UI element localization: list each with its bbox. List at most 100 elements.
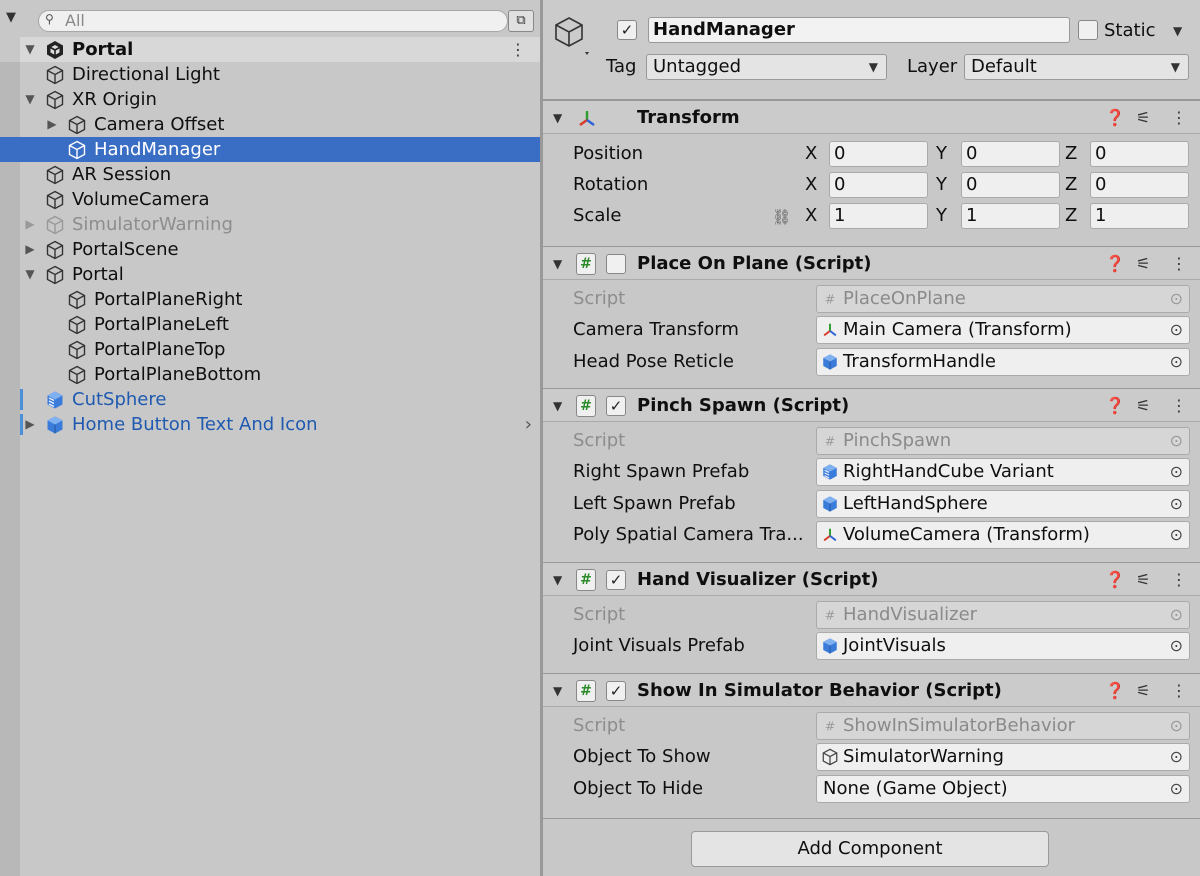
hierarchy-item[interactable]: Directional Light <box>0 62 540 87</box>
presets-icon[interactable]: ⚟ <box>1136 389 1150 423</box>
script-icon: # <box>821 290 839 308</box>
collapse-arrow-icon[interactable]: ▶ <box>23 212 37 237</box>
hierarchy-item[interactable]: VolumeCamera <box>0 187 540 212</box>
collapse-arrow-icon[interactable]: ▼ <box>553 563 562 597</box>
presets-icon[interactable]: ⚟ <box>1136 563 1150 597</box>
object-field[interactable]: RightHandCube Variant ⊙ <box>816 458 1190 487</box>
tag-dropdown[interactable]: Untagged ▼ <box>646 54 887 80</box>
hierarchy-item-label: XR Origin <box>72 89 157 110</box>
object-picker-icon[interactable]: ⊙ <box>1170 491 1183 517</box>
hierarchy-item[interactable]: PortalPlaneRight <box>0 287 540 312</box>
component-header[interactable]: ▼ # ✓ Pinch Spawn (Script) ❓ ⚟ ⋮ <box>543 388 1200 422</box>
object-picker-icon[interactable]: ⊙ <box>1170 744 1183 770</box>
help-icon[interactable]: ❓ <box>1105 247 1125 281</box>
open-prefab-chevron-icon[interactable]: › <box>525 412 532 437</box>
expand-arrow-icon[interactable]: ▼ <box>23 87 37 112</box>
object-field[interactable]: None (Game Object) ⊙ <box>816 774 1190 803</box>
svg-text:#: # <box>825 719 836 734</box>
open-window-icon[interactable]: ⧉ <box>508 10 534 32</box>
collapse-arrow-icon[interactable]: ▼ <box>553 674 562 708</box>
object-picker-icon[interactable]: ⊙ <box>1170 317 1183 343</box>
hierarchy-item[interactable]: AR Session <box>0 162 540 187</box>
component-menu-icon[interactable]: ⋮ <box>1171 674 1187 708</box>
scene-menu-icon[interactable]: ⋮ <box>510 37 526 62</box>
hierarchy-item[interactable]: PortalPlaneLeft <box>0 312 540 337</box>
help-icon[interactable]: ❓ <box>1105 389 1125 423</box>
hierarchy-item[interactable]: ▼ XR Origin <box>0 87 540 112</box>
component-menu-icon[interactable]: ⋮ <box>1171 563 1187 597</box>
component-menu-icon[interactable]: ⋮ <box>1171 101 1187 135</box>
hierarchy-item[interactable]: ▶ PortalScene <box>0 237 540 262</box>
scene-row[interactable]: ▼ Portal ⋮ <box>0 37 540 62</box>
position-x-field[interactable]: 0 <box>829 141 928 167</box>
component-header[interactable]: ▼ # ✓ Hand Visualizer (Script) ❓ ⚟ ⋮ <box>543 562 1200 596</box>
hierarchy-item[interactable]: ▶ SimulatorWarning <box>0 212 540 237</box>
scale-x-field[interactable]: 1 <box>829 203 928 229</box>
object-picker-icon[interactable]: ⊙ <box>1170 459 1183 485</box>
position-y-field[interactable]: 0 <box>961 141 1060 167</box>
prefab-variant-icon <box>45 390 65 410</box>
component-enabled-checkbox[interactable]: ✓ <box>606 570 626 590</box>
static-dropdown-icon[interactable]: ▼ <box>1173 18 1182 44</box>
active-checkbox[interactable]: ✓ <box>617 20 637 40</box>
component-enabled-checkbox[interactable] <box>606 254 626 274</box>
static-label: Static <box>1104 20 1156 41</box>
rotation-y-field[interactable]: 0 <box>961 172 1060 198</box>
collapse-arrow-icon[interactable]: ▶ <box>23 412 37 437</box>
component-menu-icon[interactable]: ⋮ <box>1171 389 1187 423</box>
help-icon[interactable]: ❓ <box>1105 101 1125 135</box>
object-field: # HandVisualizer ⊙ <box>816 601 1190 629</box>
constrain-proportions-icon[interactable]: ⛓ <box>772 204 791 230</box>
help-icon[interactable]: ❓ <box>1105 563 1125 597</box>
field-label: Script <box>573 604 626 625</box>
hierarchy-item[interactable]: CutSphere <box>0 387 540 412</box>
component-header[interactable]: ▼ # Place On Plane (Script) ❓ ⚟ ⋮ <box>543 246 1200 280</box>
collapse-arrow-icon[interactable]: ▼ <box>553 389 562 423</box>
object-name-field[interactable]: HandManager <box>648 17 1070 43</box>
scale-z-field[interactable]: 1 <box>1090 203 1189 229</box>
hierarchy-item[interactable]: PortalPlaneBottom <box>0 362 540 387</box>
expand-arrow-icon[interactable]: ▼ <box>23 262 37 287</box>
object-field[interactable]: VolumeCamera (Transform) ⊙ <box>816 520 1190 549</box>
transform-icon <box>576 108 598 130</box>
collapse-arrow-icon[interactable]: ▼ <box>553 101 562 135</box>
component-enabled-checkbox[interactable]: ✓ <box>606 396 626 416</box>
object-field[interactable]: JointVisuals ⊙ <box>816 632 1190 661</box>
hierarchy-item[interactable]: ▼ Portal <box>0 262 540 287</box>
component-header[interactable]: ▼ # ✓ Show In Simulator Behavior (Script) ❓ ⚟… <box>543 673 1200 707</box>
position-z-field[interactable]: 0 <box>1090 141 1189 167</box>
script-icon: # <box>821 606 839 624</box>
object-picker-icon[interactable]: ⊙ <box>1170 633 1183 659</box>
object-picker-icon[interactable]: ⊙ <box>1170 776 1183 802</box>
object-picker-icon[interactable]: ⊙ <box>1170 522 1183 548</box>
hierarchy-item[interactable]: ▶ Home Button Text And Icon › <box>0 412 540 437</box>
create-dropdown-icon[interactable]: ▼ <box>6 10 16 25</box>
expand-arrow-icon[interactable]: ▼ <box>23 37 37 62</box>
transform-header[interactable]: ▼ Transform ❓ ⚟ ⋮ <box>543 100 1200 134</box>
hierarchy-search-input[interactable]: ⚲ All <box>38 10 508 32</box>
collapse-arrow-icon[interactable]: ▶ <box>23 237 37 262</box>
static-checkbox[interactable] <box>1078 20 1098 40</box>
layer-dropdown[interactable]: Default ▼ <box>964 54 1189 80</box>
presets-icon[interactable]: ⚟ <box>1136 247 1150 281</box>
component-menu-icon[interactable]: ⋮ <box>1171 247 1187 281</box>
hierarchy-item[interactable]: HandManager <box>0 137 540 162</box>
scale-y-field[interactable]: 1 <box>961 203 1060 229</box>
collapse-arrow-icon[interactable]: ▶ <box>45 112 59 137</box>
component-enabled-checkbox[interactable]: ✓ <box>606 681 626 701</box>
object-field[interactable]: TransformHandle ⊙ <box>816 347 1190 376</box>
object-field[interactable]: Main Camera (Transform) ⊙ <box>816 316 1190 345</box>
object-field[interactable]: SimulatorWarning ⊙ <box>816 743 1190 772</box>
presets-icon[interactable]: ⚟ <box>1136 674 1150 708</box>
presets-icon[interactable]: ⚟ <box>1136 101 1150 135</box>
collapse-arrow-icon[interactable]: ▼ <box>553 247 562 281</box>
rotation-z-field[interactable]: 0 <box>1090 172 1189 198</box>
gameobject-icon[interactable] <box>551 12 591 58</box>
help-icon[interactable]: ❓ <box>1105 674 1125 708</box>
add-component-button[interactable]: Add Component <box>691 831 1049 867</box>
rotation-x-field[interactable]: 0 <box>829 172 928 198</box>
hierarchy-item[interactable]: ▶ Camera Offset <box>0 112 540 137</box>
object-field[interactable]: LeftHandSphere ⊙ <box>816 489 1190 518</box>
hierarchy-item[interactable]: PortalPlaneTop <box>0 337 540 362</box>
object-picker-icon[interactable]: ⊙ <box>1170 349 1183 375</box>
